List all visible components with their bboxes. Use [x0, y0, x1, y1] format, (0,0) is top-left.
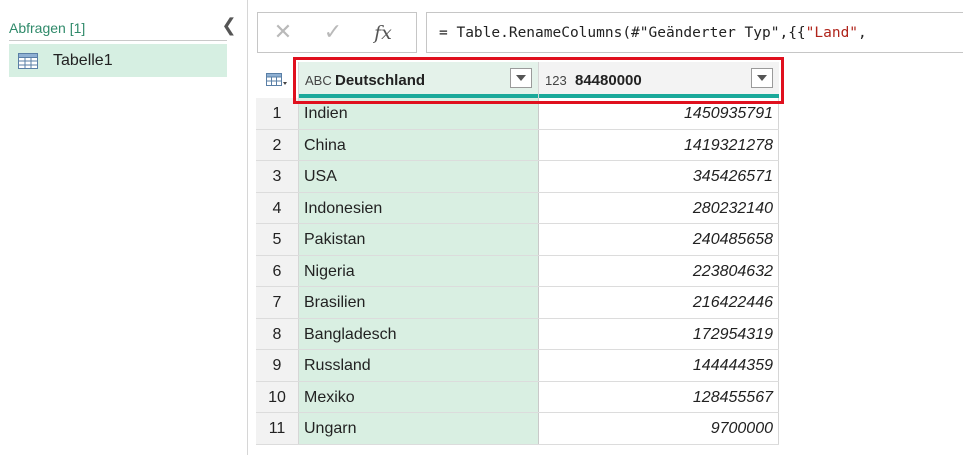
column-filter-dropdown[interactable] [751, 68, 773, 88]
column-filter-dropdown[interactable] [510, 68, 532, 88]
row-number[interactable]: 4 [256, 192, 299, 223]
chevron-down-icon [757, 75, 767, 81]
cell-value[interactable]: 345426571 [539, 161, 779, 192]
row-number[interactable]: 1 [256, 98, 299, 129]
pane-divider [9, 40, 227, 41]
fx-icon[interactable]: fx [358, 13, 408, 52]
column-header-deutschland[interactable]: ABC Deutschland [299, 62, 539, 98]
formula-suffix: , [858, 25, 867, 41]
formula-string: "Land" [805, 25, 859, 41]
table-row[interactable]: 5 Pakistan 240485658 [256, 224, 779, 256]
commit-icon[interactable]: ✓ [308, 13, 358, 52]
table-menu-button[interactable] [256, 62, 299, 98]
table-menu-icon [266, 73, 287, 86]
cell-value[interactable]: 1450935791 [539, 98, 779, 129]
collapse-pane-icon[interactable]: ❮ [220, 16, 238, 36]
table-row[interactable]: 7 Brasilien 216422446 [256, 287, 779, 319]
cancel-icon[interactable]: ✕ [258, 13, 308, 52]
row-number[interactable]: 6 [256, 255, 299, 286]
cell-land[interactable]: Brasilien [299, 287, 539, 318]
queries-pane: Abfragen [1] ❮ Tabelle1 [0, 0, 248, 455]
cell-land[interactable]: Ungarn [299, 413, 539, 444]
row-number[interactable]: 7 [256, 287, 299, 318]
cell-value[interactable]: 1419321278 [539, 129, 779, 160]
row-number[interactable]: 2 [256, 129, 299, 160]
row-number[interactable]: 11 [256, 413, 299, 444]
row-number[interactable]: 5 [256, 224, 299, 255]
chevron-down-icon [516, 75, 526, 81]
grid-header: ABC Deutschland 123 84480000 [256, 62, 779, 98]
cell-land[interactable]: Mexiko [299, 381, 539, 412]
queries-pane-title: Abfragen [1] [9, 20, 86, 36]
table-row[interactable]: 10 Mexiko 128455567 [256, 381, 779, 413]
cell-land[interactable]: Pakistan [299, 224, 539, 255]
cell-land[interactable]: China [299, 129, 539, 160]
cell-land[interactable]: USA [299, 161, 539, 192]
query-item-tabelle1[interactable]: Tabelle1 [9, 44, 227, 77]
formula-input[interactable]: = Table.RenameColumns(#"Geänderter Typ",… [426, 12, 963, 53]
query-item-label: Tabelle1 [53, 51, 113, 69]
cell-land[interactable]: Russland [299, 350, 539, 381]
cell-value[interactable]: 144444359 [539, 350, 779, 381]
row-number[interactable]: 9 [256, 350, 299, 381]
cell-land[interactable]: Bangladesch [299, 318, 539, 349]
column-header-84480000[interactable]: 123 84480000 [539, 62, 779, 98]
column-name: Deutschland [335, 71, 426, 89]
cell-land[interactable]: Indonesien [299, 192, 539, 223]
formula-prefix: = Table.RenameColumns(#"Geänderter Typ",… [439, 25, 806, 41]
table-row[interactable]: 2 China 1419321278 [256, 129, 779, 161]
number-type-icon[interactable]: 123 [545, 73, 573, 88]
cell-value[interactable]: 9700000 [539, 413, 779, 444]
table-row[interactable]: 11 Ungarn 9700000 [256, 413, 779, 445]
row-number[interactable]: 8 [256, 318, 299, 349]
cell-land[interactable]: Nigeria [299, 255, 539, 286]
cell-value[interactable]: 223804632 [539, 255, 779, 286]
table-row[interactable]: 1 Indien 1450935791 [256, 98, 779, 130]
row-number[interactable]: 10 [256, 381, 299, 412]
formula-buttons: ✕ ✓ fx [257, 12, 417, 53]
column-name: 84480000 [575, 71, 642, 89]
table-row[interactable]: 6 Nigeria 223804632 [256, 255, 779, 287]
text-type-icon[interactable]: ABC [305, 73, 333, 88]
table-row[interactable]: 4 Indonesien 280232140 [256, 192, 779, 224]
row-number[interactable]: 3 [256, 161, 299, 192]
cell-land[interactable]: Indien [299, 98, 539, 129]
grid-rows: 1 Indien 1450935791 2 China 1419321278 3 USA 345… [256, 98, 779, 445]
cell-value[interactable]: 240485658 [539, 224, 779, 255]
table-row[interactable]: 8 Bangladesch 172954319 [256, 318, 779, 350]
cell-value[interactable]: 280232140 [539, 192, 779, 223]
cell-value[interactable]: 216422446 [539, 287, 779, 318]
table-row[interactable]: 3 USA 345426571 [256, 161, 779, 193]
cell-value[interactable]: 128455567 [539, 381, 779, 412]
cell-value[interactable]: 172954319 [539, 318, 779, 349]
table-icon [18, 52, 38, 69]
table-row[interactable]: 9 Russland 144444359 [256, 350, 779, 382]
